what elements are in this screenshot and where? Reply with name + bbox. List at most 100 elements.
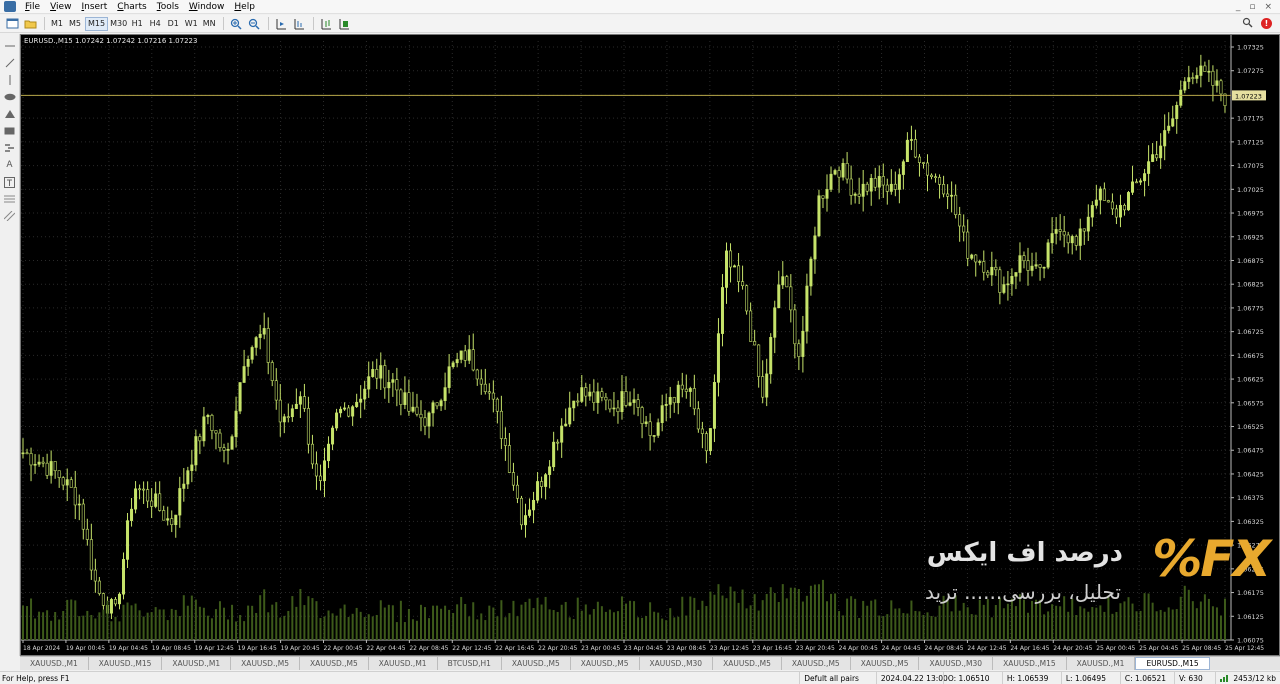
- candle-body: [672, 397, 676, 404]
- candle-body: [793, 309, 797, 345]
- candle-body: [817, 195, 821, 237]
- autoscroll-icon[interactable]: [291, 17, 307, 31]
- close-button[interactable]: ×: [1264, 2, 1272, 12]
- y-tick-label: 1.06975: [1237, 210, 1264, 218]
- candle-body: [616, 407, 620, 413]
- timeframe-m5[interactable]: M5: [67, 17, 83, 31]
- channel-icon[interactable]: [4, 210, 16, 222]
- candle-body: [218, 432, 222, 448]
- restore-button[interactable]: ▫: [1249, 2, 1255, 12]
- crosshair-icon[interactable]: [4, 40, 16, 52]
- menu-help[interactable]: Help: [229, 2, 260, 12]
- candle-body: [479, 378, 483, 385]
- zoom-in-icon[interactable]: [228, 17, 244, 31]
- menu-window[interactable]: Window: [184, 2, 230, 12]
- minimize-button[interactable]: _: [1236, 2, 1241, 12]
- vertical-line-icon[interactable]: [4, 74, 16, 86]
- candle-body: [487, 391, 491, 394]
- candle-body: [198, 436, 202, 442]
- menu-charts[interactable]: Charts: [112, 2, 151, 12]
- zoom-out-icon[interactable]: [246, 17, 262, 31]
- menu-file[interactable]: File: [20, 2, 45, 12]
- chart-tab[interactable]: EURUSD.,M15: [1135, 657, 1210, 670]
- chart-tab[interactable]: XAUUSD.,M5: [502, 657, 571, 670]
- chart-tab[interactable]: XAUUSD.,M30: [640, 657, 714, 670]
- trendline-icon[interactable]: [4, 57, 16, 69]
- x-tick-label: 19 Apr 04:45: [109, 645, 148, 652]
- timeframe-m1[interactable]: M1: [49, 17, 65, 31]
- candle-body: [1114, 208, 1118, 218]
- ellipse-icon[interactable]: [4, 91, 16, 103]
- chart-tab[interactable]: XAUUSD.,M1: [1067, 657, 1136, 670]
- candle-body: [829, 173, 833, 190]
- timeframe-m30[interactable]: M30: [110, 17, 127, 31]
- arrow-icon[interactable]: [4, 142, 16, 154]
- rectangle-icon[interactable]: [4, 125, 16, 137]
- candle-body: [1127, 192, 1131, 211]
- status-profile[interactable]: Defult all pairs: [799, 672, 876, 684]
- candle-body: [1143, 173, 1147, 182]
- chart-tab[interactable]: XAUUSD.,M5: [782, 657, 851, 670]
- menu-tools[interactable]: Tools: [152, 2, 184, 12]
- timeframe-m15[interactable]: M15: [85, 16, 109, 31]
- chart-tab[interactable]: XAUUSD.,M5: [851, 657, 920, 670]
- timeframe-h4[interactable]: H4: [147, 17, 163, 31]
- text-icon[interactable]: A: [4, 159, 16, 171]
- candle-body: [1207, 70, 1211, 73]
- y-tick-label: 1.07025: [1237, 186, 1264, 194]
- timeframe-w1[interactable]: W1: [183, 17, 199, 31]
- chart-shift-icon[interactable]: [273, 17, 289, 31]
- candle-body: [431, 402, 435, 414]
- timeframe-h1[interactable]: H1: [129, 17, 145, 31]
- search-icon[interactable]: [1242, 17, 1253, 31]
- x-tick-label: 22 Apr 04:45: [366, 645, 405, 652]
- candle-body: [873, 178, 877, 188]
- candle-body: [1203, 65, 1207, 72]
- candle-body: [652, 435, 656, 437]
- chart-tab[interactable]: XAUUSD.,M15: [993, 657, 1067, 670]
- chart-tab[interactable]: XAUUSD.,M5: [571, 657, 640, 670]
- triangle-icon[interactable]: [4, 108, 16, 120]
- indicators-icon[interactable]: [318, 17, 334, 31]
- candle-body: [130, 508, 134, 521]
- timeframe-d1[interactable]: D1: [165, 17, 181, 31]
- chart-tab[interactable]: XAUUSD.,M1: [369, 657, 438, 670]
- candle-body: [443, 387, 447, 401]
- candle-body: [781, 276, 785, 286]
- menu-view[interactable]: View: [45, 2, 76, 12]
- candle-body: [69, 479, 73, 488]
- chart-tab[interactable]: BTCUSD,H1: [438, 657, 502, 670]
- chart-window[interactable]: 1.07223 1.07325 1.07275 1.07175 1.07125 1.070…: [20, 34, 1280, 656]
- candle-body: [612, 407, 616, 410]
- timeframe-mn[interactable]: MN: [201, 17, 217, 31]
- candle-body: [1155, 154, 1159, 159]
- candle-body: [246, 359, 250, 367]
- candle-body: [49, 461, 53, 476]
- new-chart-icon[interactable]: [4, 17, 20, 31]
- candle-body: [632, 399, 636, 403]
- chart-tab[interactable]: XAUUSD.,M5: [713, 657, 782, 670]
- x-tick-label: 24 Apr 12:45: [967, 645, 1006, 652]
- chart-tab[interactable]: XAUUSD.,M1: [20, 657, 89, 670]
- alert-icon[interactable]: !: [1261, 18, 1272, 29]
- candle-body: [624, 391, 628, 406]
- candle-body: [664, 404, 668, 406]
- text-label-icon[interactable]: [4, 176, 16, 188]
- profiles-icon[interactable]: [22, 17, 38, 31]
- chart-tab[interactable]: XAUUSD.,M1: [162, 657, 232, 670]
- candle-body: [1022, 255, 1026, 262]
- menu-insert[interactable]: Insert: [76, 2, 112, 12]
- fibonacci-icon[interactable]: [4, 193, 16, 205]
- watermark-title: درصد اف ایکس: [926, 538, 1123, 568]
- chart-tab[interactable]: XAUUSD.,M15: [89, 657, 163, 670]
- candle-body: [1199, 65, 1203, 76]
- candle-body: [785, 276, 789, 288]
- candle-body: [801, 330, 805, 357]
- chart-tab[interactable]: XAUUSD.,M30: [919, 657, 994, 670]
- candle-body: [33, 463, 37, 466]
- templates-icon[interactable]: [336, 17, 352, 31]
- candle-body: [399, 389, 403, 405]
- chart-tab[interactable]: XAUUSD.,M5: [231, 657, 300, 670]
- chart-tab[interactable]: XAUUSD.,M5: [300, 657, 369, 670]
- candle-body: [85, 528, 89, 540]
